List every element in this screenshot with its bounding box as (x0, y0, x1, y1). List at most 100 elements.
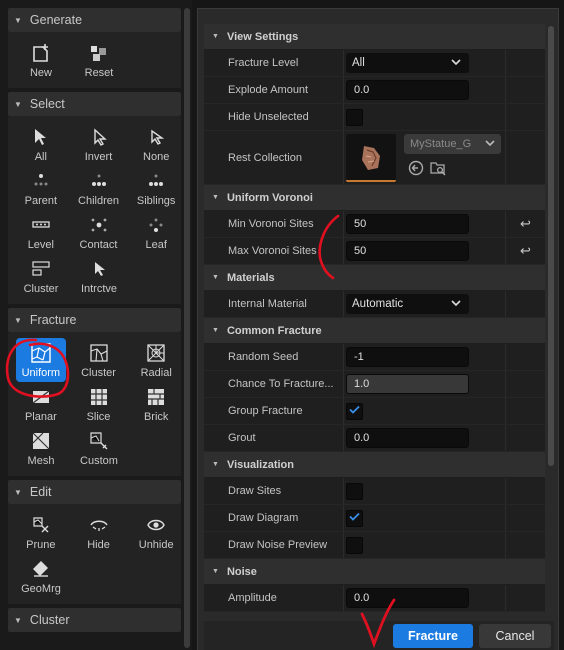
unhide-icon (145, 514, 167, 536)
reset-arrow-icon: ↩ (520, 216, 531, 231)
select-none-button[interactable]: None (131, 122, 181, 166)
collapse-triangle-icon: ▼ (212, 194, 219, 201)
asset-thumbnail[interactable] (346, 133, 396, 182)
checkmark-icon (349, 512, 360, 524)
dialog-footer: Fracture Cancel (204, 621, 554, 650)
select-parent-button[interactable]: Parent (16, 166, 66, 210)
fracture-tool-palette: ▼ Generate New Reset ▼ Select All Invert N… (0, 0, 192, 650)
select-none-icon (145, 126, 167, 148)
section-header-generate[interactable]: ▼ Generate (8, 8, 181, 32)
section-header-fracture[interactable]: ▼ Fracture (8, 308, 181, 332)
property-internal-material: Internal Material Automatic (204, 291, 545, 318)
group-fracture-checkbox[interactable] (346, 402, 363, 420)
category-visualization[interactable]: ▼ Visualization (204, 452, 545, 478)
property-draw-sites: Draw Sites (204, 478, 545, 505)
cluster-fracture-icon (88, 342, 110, 364)
draw-noise-preview-checkbox[interactable] (346, 536, 363, 554)
prune-button[interactable]: Prune (16, 510, 66, 554)
reset-to-default-button[interactable]: ↩ (505, 238, 545, 264)
max-voronoi-sites-input[interactable]: 50 (346, 241, 469, 261)
property-explode-amount: Explode Amount 0.0 (204, 77, 545, 104)
category-view-settings[interactable]: ▼ View Settings (204, 24, 545, 50)
section-edit: Prune Hide Unhide GeoMrg (8, 504, 181, 604)
category-uniform-voronoi[interactable]: ▼ Uniform Voronoi (204, 185, 545, 211)
radial-icon (145, 342, 167, 364)
custom-icon (88, 430, 110, 452)
section-select: All Invert None Parent Children Siblings… (8, 116, 181, 304)
custom-fracture-button[interactable]: Custom (74, 426, 124, 470)
use-selected-asset-icon[interactable] (408, 160, 424, 179)
unhide-button[interactable]: Unhide (131, 510, 181, 554)
section-header-select[interactable]: ▼ Select (8, 92, 181, 116)
random-seed-input[interactable]: -1 (346, 347, 469, 367)
chevron-down-icon (451, 57, 461, 69)
details-panel: ▼ View Settings Fracture Level All Explod… (197, 8, 559, 650)
radial-fracture-button[interactable]: Radial (131, 338, 181, 382)
chance-to-fracture-slider[interactable]: 1.0 (346, 374, 469, 394)
reset-button[interactable]: Reset (74, 38, 124, 82)
select-cluster-button[interactable]: Cluster (16, 254, 66, 298)
internal-material-dropdown[interactable]: Automatic (346, 294, 469, 314)
planar-fracture-button[interactable]: Planar (16, 382, 66, 426)
property-chance-to-fracture: Chance To Fracture... 1.0 (204, 371, 545, 398)
rest-collection-asset-dropdown[interactable]: MyStatue_G (404, 134, 501, 154)
leaf-icon (145, 214, 167, 236)
property-rest-collection: Rest Collection MyStatue_G (204, 131, 545, 185)
uniform-fracture-button[interactable]: Uniform (16, 338, 66, 382)
select-interactive-button[interactable]: Intrctve (74, 254, 124, 298)
cancel-button[interactable]: Cancel (479, 624, 551, 648)
palette-scrollbar[interactable] (184, 8, 190, 648)
category-common-fracture[interactable]: ▼ Common Fracture (204, 318, 545, 344)
property-fracture-level: Fracture Level All (204, 50, 545, 77)
select-siblings-button[interactable]: Siblings (131, 166, 181, 210)
children-icon (88, 170, 110, 192)
select-contact-button[interactable]: Contact (74, 210, 124, 254)
min-voronoi-sites-input[interactable]: 50 (346, 214, 469, 234)
explode-amount-input[interactable]: 0.0 (346, 80, 469, 100)
browse-asset-icon[interactable] (430, 160, 446, 179)
prune-icon (30, 514, 52, 536)
section-header-edit[interactable]: ▼ Edit (8, 480, 181, 504)
property-draw-noise-preview: Draw Noise Preview (204, 532, 545, 559)
details-scrollbar[interactable] (548, 26, 554, 466)
amplitude-input[interactable]: 0.0 (346, 588, 469, 608)
grout-input[interactable]: 0.0 (346, 428, 469, 448)
mesh-fracture-button[interactable]: Mesh (16, 426, 66, 470)
select-children-button[interactable]: Children (74, 166, 124, 210)
select-leaf-button[interactable]: Leaf (131, 210, 181, 254)
category-noise[interactable]: ▼ Noise (204, 559, 545, 585)
collapse-triangle-icon: ▼ (212, 461, 219, 468)
slice-fracture-button[interactable]: Slice (74, 382, 124, 426)
cluster-select-icon (30, 258, 52, 280)
geomerge-button[interactable]: GeoMrg (16, 554, 66, 598)
new-button[interactable]: New (16, 38, 66, 82)
select-level-button[interactable]: Level (16, 210, 66, 254)
planar-icon (30, 386, 52, 408)
parent-icon (30, 170, 52, 192)
fracture-button[interactable]: Fracture (393, 624, 473, 648)
reset-arrow-icon: ↩ (520, 243, 531, 258)
category-materials[interactable]: ▼ Materials (204, 265, 545, 291)
level-icon (30, 214, 52, 236)
fracture-level-dropdown[interactable]: All (346, 53, 469, 73)
draw-sites-checkbox[interactable] (346, 482, 363, 500)
draw-diagram-checkbox[interactable] (346, 509, 363, 527)
property-draw-diagram: Draw Diagram (204, 505, 545, 532)
property-random-seed: Random Seed -1 (204, 344, 545, 371)
cluster-fracture-button[interactable]: Cluster (74, 338, 124, 382)
invert-button[interactable]: Invert (74, 122, 124, 166)
reset-to-default-button[interactable]: ↩ (505, 211, 545, 237)
siblings-icon (145, 170, 167, 192)
select-all-button[interactable]: All (16, 122, 66, 166)
hide-unselected-checkbox[interactable] (346, 108, 363, 126)
invert-icon (88, 126, 110, 148)
section-header-cluster[interactable]: ▼ Cluster (8, 608, 181, 632)
property-grid: ▼ View Settings Fracture Level All Explod… (204, 24, 545, 620)
uniform-icon (30, 342, 52, 364)
hide-icon (88, 514, 110, 536)
brick-fracture-button[interactable]: Brick (131, 382, 181, 426)
property-amplitude: Amplitude 0.0 (204, 585, 545, 612)
collapse-triangle-icon: ▼ (14, 99, 22, 109)
collapse-triangle-icon: ▼ (14, 315, 22, 325)
hide-button[interactable]: Hide (74, 510, 124, 554)
